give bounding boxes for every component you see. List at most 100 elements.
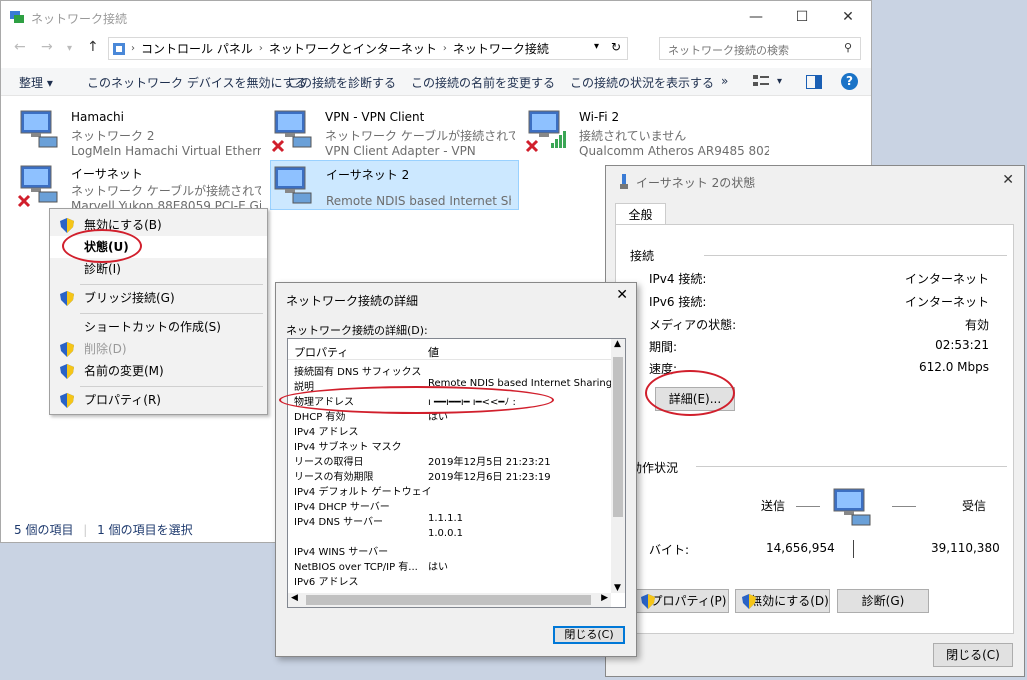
organize-button[interactable]: 整理 ▾ <box>19 74 53 91</box>
group-divider <box>696 466 1007 467</box>
menu-item-label: プロパティ(R) <box>84 393 161 407</box>
table-row[interactable]: 接続固有 DNS サフィックス <box>288 363 611 378</box>
breadcrumb-network-connections[interactable]: ネットワーク接続 <box>453 40 549 57</box>
row-key: IPv4 DNS サーバー <box>294 517 384 528</box>
details-list-label: ネットワーク接続の詳細(D): <box>286 324 428 337</box>
adapter-hamachi[interactable]: Hamachi ネットワーク 2 LogMeIn Hamachi Virtual… <box>1 105 266 158</box>
search-input[interactable]: ネットワーク接続の検索 ⚲ <box>659 37 861 60</box>
table-row[interactable]: 1.0.0.1 <box>288 528 611 543</box>
menu-item-properties[interactable]: プロパティ(R) <box>50 389 267 411</box>
breadcrumb-separator: › <box>131 43 135 54</box>
table-row[interactable]: リースの有効期限 2019年12月6日 21:23:19 <box>288 468 611 483</box>
adapter-name: Wi-Fi 2 <box>579 110 620 124</box>
details-list[interactable]: プロパティ 値 接続固有 DNS サフィックス 説明 Remote NDIS ba… <box>287 338 626 608</box>
address-row: ← → ▾ ↑ › コントロール パネル › ネットワークとインターネット › … <box>1 37 871 61</box>
breadcrumb-network-internet[interactable]: ネットワークとインターネット <box>269 40 437 57</box>
table-row[interactable]: IPv4 デフォルト ゲートウェイ <box>288 483 611 498</box>
diagnose-connection-button[interactable]: この接続を診断する <box>288 74 396 91</box>
field-ipv6-value: インターネット <box>904 295 989 309</box>
refresh-icon[interactable]: ↻ <box>611 40 621 54</box>
table-row[interactable]: NetBIOS over TCP/IP 有... はい <box>288 558 611 573</box>
button-label: 無効にする(D) <box>750 594 829 608</box>
scroll-thumb[interactable] <box>306 595 591 605</box>
search-icon: ⚲ <box>843 41 852 54</box>
forward-arrow-icon[interactable]: → <box>41 39 53 55</box>
address-dropdown-icon[interactable]: ▾ <box>594 41 599 52</box>
field-ipv4-value: インターネット <box>904 272 989 286</box>
tab-general[interactable]: 全般 <box>615 203 666 225</box>
breadcrumb-control-panel[interactable]: コントロール パネル <box>141 40 253 57</box>
table-row[interactable]: IPv4 アドレス <box>288 423 611 438</box>
search-placeholder: ネットワーク接続の検索 <box>668 44 789 57</box>
adapter-status: ネットワーク ケーブルが接続されていま... <box>71 184 261 198</box>
view-dropdown-icon[interactable]: ▾ <box>777 76 782 87</box>
red-annotation-oval <box>62 229 142 263</box>
view-options-icon[interactable] <box>753 74 771 90</box>
menu-item-diagnose[interactable]: 診断(I) <box>50 258 267 280</box>
uac-shield-icon <box>60 291 74 306</box>
row-key: IPv4 アドレス <box>294 427 359 438</box>
horizontal-scrollbar[interactable]: ◀ ▶ <box>288 593 611 607</box>
preview-pane-icon[interactable] <box>806 75 822 89</box>
uac-shield-icon <box>641 594 655 609</box>
menu-item-create-shortcut[interactable]: ショートカットの作成(S) <box>50 316 267 338</box>
recent-chevron-icon[interactable]: ▾ <box>67 43 72 54</box>
scroll-left-icon[interactable]: ◀ <box>291 593 298 603</box>
address-bar[interactable]: › コントロール パネル › ネットワークとインターネット › ネットワーク接続… <box>108 37 628 60</box>
help-button[interactable]: ? <box>841 73 858 90</box>
uac-shield-icon <box>742 594 756 609</box>
close-icon[interactable]: ✕ <box>616 287 628 303</box>
close-icon[interactable]: ✕ <box>1002 172 1014 188</box>
adapter-ethernet-2[interactable]: イーサネット 2 Remote NDIS based Internet Shar… <box>270 160 519 210</box>
properties-button[interactable]: プロパティ(P) <box>634 589 729 613</box>
error-x-icon <box>271 139 285 153</box>
menu-item-bridge[interactable]: ブリッジ接続(G) <box>50 287 267 309</box>
row-key: IPv4 WINS サーバー <box>294 547 389 558</box>
table-row[interactable]: IPv6 アドレス <box>288 573 611 588</box>
table-row[interactable]: IPv4 WINS サーバー <box>288 543 611 558</box>
adapter-vpn-client[interactable]: VPN - VPN Client ネットワーク ケーブルが接続されていま... … <box>255 105 520 158</box>
vertical-scrollbar[interactable]: ▲ ▼ <box>611 339 625 593</box>
row-key: リースの有効期限 <box>294 472 374 483</box>
network-folder-icon <box>10 11 24 23</box>
table-row[interactable]: IPv4 DNS サーバー 1.1.1.1 <box>288 513 611 528</box>
menu-item-label: 名前の変更(M) <box>84 364 164 378</box>
menu-item-label: 削除(D) <box>84 342 127 356</box>
scroll-thumb[interactable] <box>613 357 623 517</box>
table-row[interactable]: IPv4 DHCP サーバー <box>288 498 611 513</box>
field-duration-value: 02:53:21 <box>935 338 989 352</box>
uac-shield-icon <box>60 393 74 408</box>
minimize-button[interactable]: — <box>733 1 779 32</box>
table-row[interactable]: リースの取得日 2019年12月5日 21:23:21 <box>288 453 611 468</box>
maximize-button[interactable]: ☐ <box>779 1 825 32</box>
adapter-ethernet[interactable]: イーサネット ネットワーク ケーブルが接続されていま... Marvell Yu… <box>1 160 266 213</box>
scroll-up-icon[interactable]: ▲ <box>614 339 621 349</box>
row-value: 1.1.1.1 <box>428 513 463 524</box>
activity-group-label: 動作状況 <box>630 461 679 475</box>
view-status-button[interactable]: この接続の状況を表示する <box>570 74 714 91</box>
adapter-name: イーサネット 2 <box>326 168 410 182</box>
column-header-property[interactable]: プロパティ <box>294 344 348 360</box>
red-annotation-oval <box>645 370 735 416</box>
scroll-down-icon[interactable]: ▼ <box>614 583 621 593</box>
table-row[interactable]: IPv4 サブネット マスク <box>288 438 611 453</box>
row-value: はい <box>428 562 448 573</box>
up-arrow-icon[interactable]: ↑ <box>87 39 99 55</box>
close-button[interactable]: ✕ <box>825 1 871 32</box>
column-header-value[interactable]: 値 <box>428 344 439 360</box>
close-button[interactable]: 閉じる(C) <box>553 626 625 644</box>
status-bar: 5 個の項目 | 1 個の項目を選択 <box>14 521 193 538</box>
back-arrow-icon[interactable]: ← <box>14 39 26 55</box>
scroll-right-icon[interactable]: ▶ <box>601 593 608 603</box>
menu-item-delete[interactable]: 削除(D) <box>50 338 267 360</box>
error-x-icon <box>525 139 539 153</box>
diagnose-button[interactable]: 診断(G) <box>837 589 929 613</box>
more-commands-button[interactable]: » <box>721 74 728 88</box>
close-button[interactable]: 閉じる(C) <box>933 643 1013 667</box>
menu-item-rename[interactable]: 名前の変更(M) <box>50 360 267 382</box>
adapter-wifi-2[interactable]: Wi-Fi 2 接続されていません Qualcomm Atheros AR948… <box>509 105 774 158</box>
disable-device-button[interactable]: このネットワーク デバイスを無効にする <box>87 74 307 91</box>
menu-item-label: 診断(I) <box>84 262 121 276</box>
rename-connection-button[interactable]: この接続の名前を変更する <box>411 74 555 91</box>
disable-button[interactable]: 無効にする(D) <box>735 589 830 613</box>
